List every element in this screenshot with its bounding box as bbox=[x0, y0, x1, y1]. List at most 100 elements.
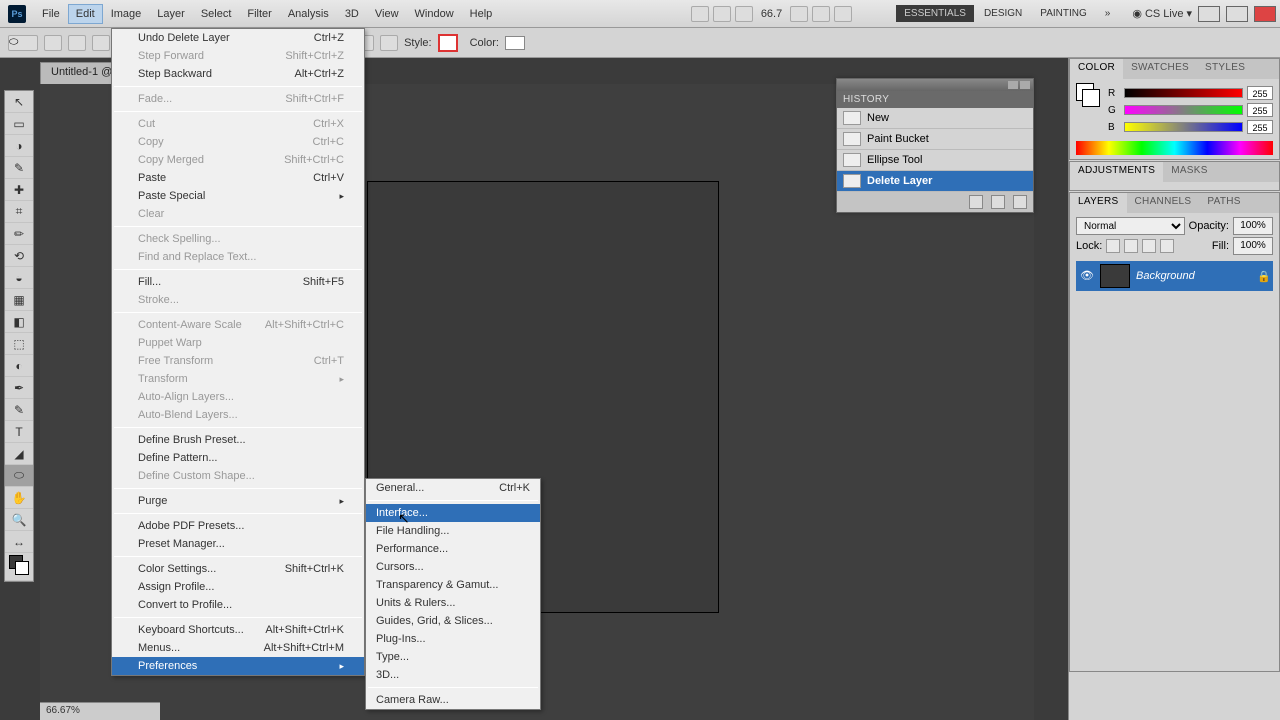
lock-position-icon[interactable] bbox=[1142, 239, 1156, 253]
prefs-item-units---rulers---[interactable]: Units & Rulers... bbox=[366, 594, 540, 612]
tool-18[interactable]: ✋ bbox=[5, 487, 33, 509]
prefs-item--d---[interactable]: 3D... bbox=[366, 666, 540, 684]
window-close[interactable] bbox=[1254, 6, 1276, 22]
prefs-item-file-handling---[interactable]: File Handling... bbox=[366, 522, 540, 540]
edit-item-undo-delete-layer[interactable]: Undo Delete LayerCtrl+Z bbox=[112, 29, 364, 47]
tool-12[interactable]: ◐ bbox=[5, 355, 33, 377]
workspace-design[interactable]: DESIGN bbox=[976, 5, 1030, 22]
edit-item-define-pattern---[interactable]: Define Pattern... bbox=[112, 449, 364, 467]
edit-item-adobe-pdf-presets---[interactable]: Adobe PDF Presets... bbox=[112, 517, 364, 535]
tool-9[interactable]: ▦ bbox=[5, 289, 33, 311]
edit-item-menus---[interactable]: Menus...Alt+Shift+Ctrl+M bbox=[112, 639, 364, 657]
window-maximize[interactable] bbox=[1226, 6, 1248, 22]
history-item-new[interactable]: New bbox=[837, 108, 1033, 129]
menu-filter[interactable]: Filter bbox=[239, 4, 279, 24]
g-slider[interactable] bbox=[1124, 105, 1243, 115]
lock-all-icon[interactable] bbox=[1160, 239, 1174, 253]
visibility-icon[interactable]: 👁 bbox=[1080, 269, 1094, 283]
r-value[interactable]: 255 bbox=[1247, 86, 1273, 100]
tool-19[interactable]: 🔍 bbox=[5, 509, 33, 531]
edit-item-define-brush-preset---[interactable]: Define Brush Preset... bbox=[112, 431, 364, 449]
menu-select[interactable]: Select bbox=[193, 4, 240, 24]
history-item-paint-bucket[interactable]: Paint Bucket bbox=[837, 129, 1033, 150]
style-icon3[interactable] bbox=[380, 35, 398, 51]
history-new-doc-icon[interactable] bbox=[991, 195, 1005, 209]
prefs-item-transparency---gamut---[interactable]: Transparency & Gamut... bbox=[366, 576, 540, 594]
menu-image[interactable]: Image bbox=[103, 4, 150, 24]
edit-item-step-backward[interactable]: Step BackwardAlt+Ctrl+Z bbox=[112, 65, 364, 83]
tool-13[interactable]: ✒ bbox=[5, 377, 33, 399]
menu-view[interactable]: View bbox=[367, 4, 407, 24]
tool-1[interactable]: ▭ bbox=[5, 113, 33, 135]
b-slider[interactable] bbox=[1124, 122, 1243, 132]
fill-value[interactable]: 100% bbox=[1233, 237, 1273, 255]
edit-item-paste[interactable]: PasteCtrl+V bbox=[112, 169, 364, 187]
tab-styles[interactable]: STYLES bbox=[1197, 59, 1253, 79]
tool-8[interactable]: ◒ bbox=[5, 267, 33, 289]
history-delete-icon[interactable] bbox=[1013, 195, 1027, 209]
edit-item-preferences[interactable]: Preferences bbox=[112, 657, 364, 675]
edit-item-color-settings---[interactable]: Color Settings...Shift+Ctrl+K bbox=[112, 560, 364, 578]
panel-close-icon[interactable] bbox=[1020, 81, 1030, 89]
lock-image-icon[interactable] bbox=[1124, 239, 1138, 253]
mb-icon[interactable] bbox=[691, 6, 709, 22]
edit-item-fill---[interactable]: Fill...Shift+F5 bbox=[112, 273, 364, 291]
tool-0[interactable]: ↖ bbox=[5, 91, 33, 113]
tool-3[interactable]: ✎ bbox=[5, 157, 33, 179]
bridge-icon[interactable] bbox=[713, 6, 731, 22]
workspace-painting[interactable]: PAINTING bbox=[1032, 5, 1094, 22]
r-slider[interactable] bbox=[1124, 88, 1243, 98]
panel-collapse-icon[interactable] bbox=[1008, 81, 1018, 89]
tool-16[interactable]: ◢ bbox=[5, 443, 33, 465]
tab-channels[interactable]: CHANNELS bbox=[1127, 193, 1200, 213]
window-minimize[interactable] bbox=[1198, 6, 1220, 22]
edit-item-preset-manager---[interactable]: Preset Manager... bbox=[112, 535, 364, 553]
menu-file[interactable]: File bbox=[34, 4, 68, 24]
tool-5[interactable]: ⌗ bbox=[5, 201, 33, 223]
tool-11[interactable]: ⬚ bbox=[5, 333, 33, 355]
layer-row-background[interactable]: 👁 Background 🔒 bbox=[1076, 261, 1273, 291]
prefs-item-interface---[interactable]: Interface... bbox=[366, 504, 540, 522]
menu-3d[interactable]: 3D bbox=[337, 4, 367, 24]
prefs-item-type---[interactable]: Type... bbox=[366, 648, 540, 666]
lock-transparent-icon[interactable] bbox=[1106, 239, 1120, 253]
prefs-item-plug-ins---[interactable]: Plug-Ins... bbox=[366, 630, 540, 648]
screen-mode-icon[interactable] bbox=[834, 6, 852, 22]
tool-2[interactable]: ◑ bbox=[5, 135, 33, 157]
new-selection-icon[interactable] bbox=[44, 35, 62, 51]
tool-20[interactable]: ↔ bbox=[5, 531, 33, 553]
tab-paths[interactable]: PATHS bbox=[1199, 193, 1248, 213]
view-extras-icon[interactable] bbox=[735, 6, 753, 22]
edit-item-keyboard-shortcuts---[interactable]: Keyboard Shortcuts...Alt+Shift+Ctrl+K bbox=[112, 621, 364, 639]
prefs-item-performance---[interactable]: Performance... bbox=[366, 540, 540, 558]
tab-color[interactable]: COLOR bbox=[1070, 59, 1123, 79]
menu-analysis[interactable]: Analysis bbox=[280, 4, 337, 24]
tool-15[interactable]: T bbox=[5, 421, 33, 443]
zoom-dropdown[interactable] bbox=[790, 6, 808, 22]
tool-14[interactable]: ✎ bbox=[5, 399, 33, 421]
add-selection-icon[interactable] bbox=[68, 35, 86, 51]
tool-6[interactable]: ✏ bbox=[5, 223, 33, 245]
color-swatch[interactable] bbox=[505, 36, 525, 50]
menu-help[interactable]: Help bbox=[462, 4, 501, 24]
blend-mode-select[interactable]: Normal bbox=[1076, 217, 1185, 235]
style-swatch[interactable] bbox=[438, 34, 458, 52]
tool-7[interactable]: ⟲ bbox=[5, 245, 33, 267]
g-value[interactable]: 255 bbox=[1247, 103, 1273, 117]
edit-item-assign-profile---[interactable]: Assign Profile... bbox=[112, 578, 364, 596]
edit-item-convert-to-profile---[interactable]: Convert to Profile... bbox=[112, 596, 364, 614]
edit-item-purge[interactable]: Purge bbox=[112, 492, 364, 510]
prefs-item-general---[interactable]: General...Ctrl+K bbox=[366, 479, 540, 497]
subtract-selection-icon[interactable] bbox=[92, 35, 110, 51]
workspace-more[interactable]: » bbox=[1097, 5, 1119, 22]
history-item-delete-layer[interactable]: Delete Layer bbox=[837, 171, 1033, 192]
b-value[interactable]: 255 bbox=[1247, 120, 1273, 134]
prefs-item-camera-raw---[interactable]: Camera Raw... bbox=[366, 691, 540, 709]
edit-item-paste-special[interactable]: Paste Special bbox=[112, 187, 364, 205]
cslive-button[interactable]: ◉ CS Live ▾ bbox=[1132, 7, 1192, 20]
history-item-ellipse-tool[interactable]: Ellipse Tool bbox=[837, 150, 1033, 171]
tool-4[interactable]: ✚ bbox=[5, 179, 33, 201]
tab-masks[interactable]: MASKS bbox=[1163, 162, 1216, 182]
spectrum-bar[interactable] bbox=[1076, 141, 1273, 155]
menu-layer[interactable]: Layer bbox=[149, 4, 193, 24]
